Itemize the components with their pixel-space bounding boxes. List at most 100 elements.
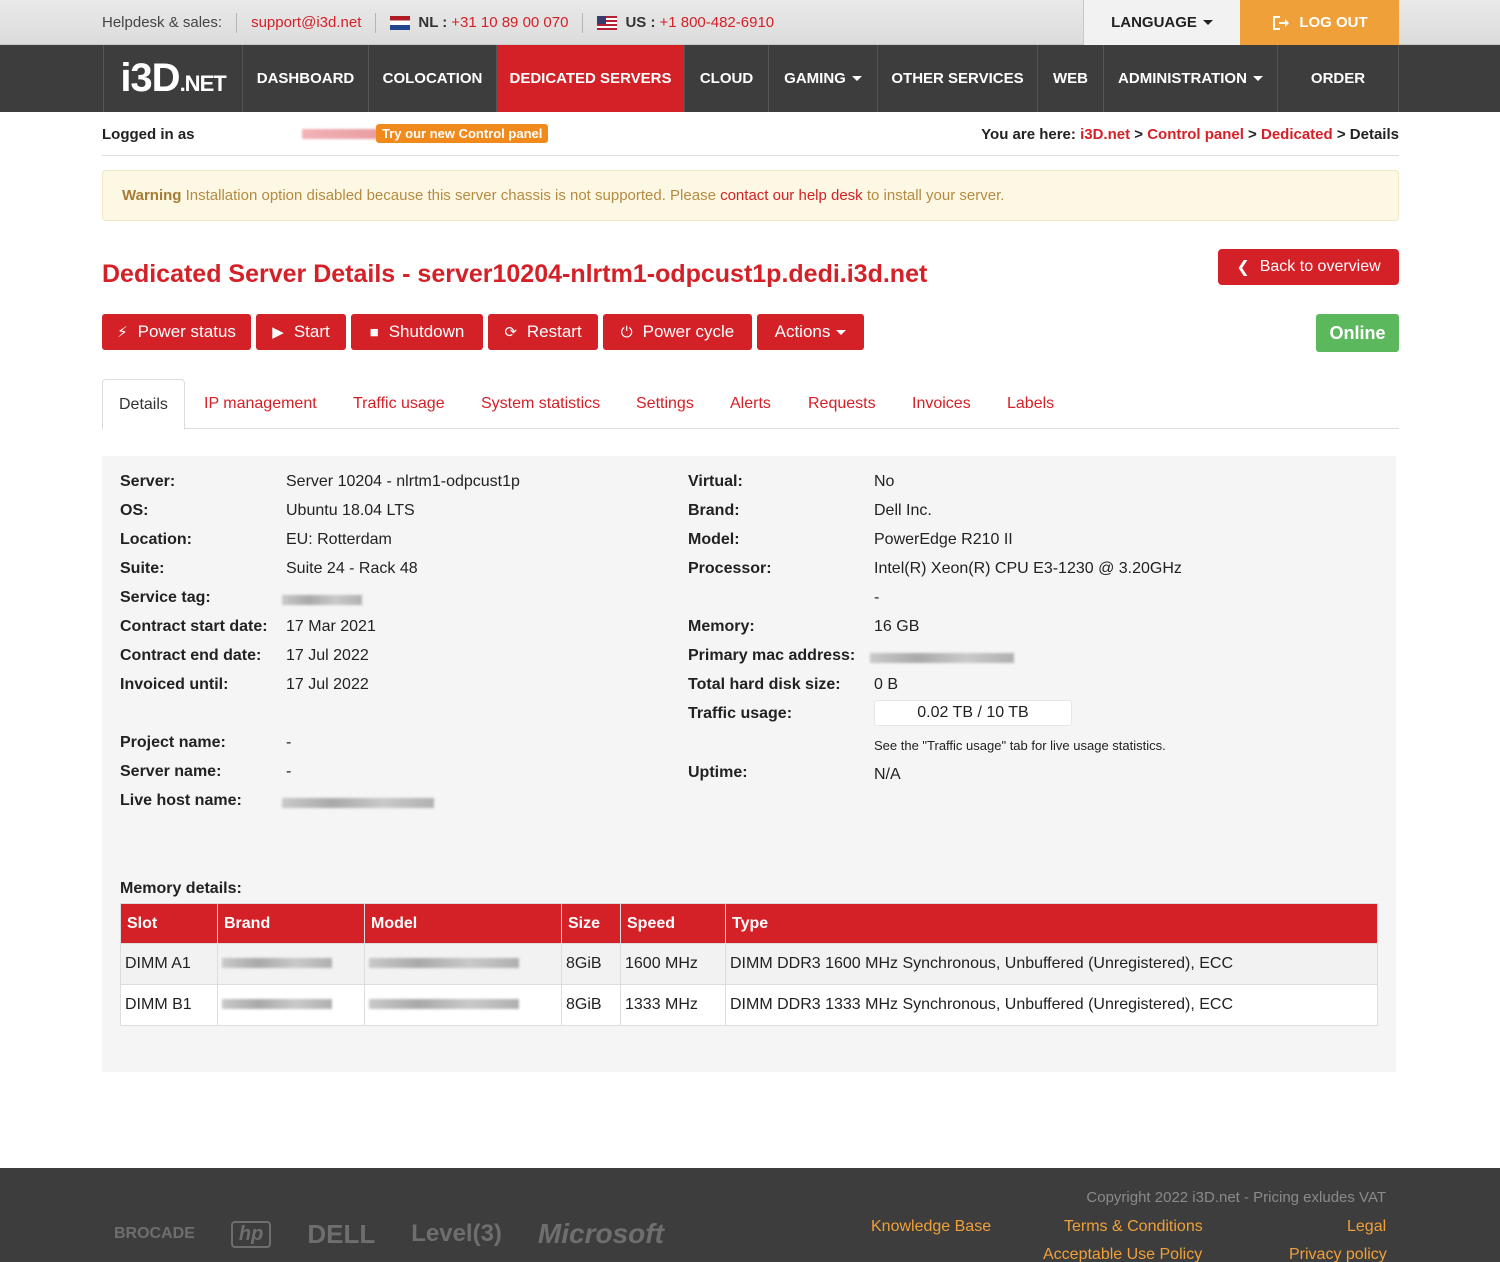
- nav-dashboard[interactable]: DASHBOARD: [243, 45, 369, 112]
- column-header: Slot: [120, 903, 218, 944]
- detail-label: Project name:: [120, 734, 226, 751]
- detail-label: Service tag:: [120, 589, 211, 606]
- footer: BROCADE hp DELL Level(3) Microsoft Copyr…: [0, 1168, 1500, 1262]
- microsoft-logo: Microsoft: [537, 1218, 664, 1249]
- traffic-note: See the "Traffic usage" tab for live usa…: [874, 738, 1166, 753]
- model-cell-redacted: [364, 943, 562, 985]
- sub-header: Logged in as Try our new Control panel Y…: [102, 120, 1399, 156]
- column-header: Type: [725, 903, 1378, 944]
- i3d-logo[interactable]: i3D .NET: [103, 45, 243, 112]
- detail-value: Suite 24 - Rack 48: [286, 560, 418, 577]
- logged-in-label: Logged in as: [102, 126, 195, 143]
- nav-dedicated-servers[interactable]: DEDICATED SERVERS: [497, 45, 685, 112]
- actions-dropdown[interactable]: Actions: [757, 314, 864, 350]
- tab-settings[interactable]: Settings: [636, 379, 694, 429]
- nav-colocation[interactable]: COLOCATION: [369, 45, 497, 112]
- back-to-overview-button[interactable]: ❮ Back to overview: [1218, 249, 1399, 285]
- tab-requests[interactable]: Requests: [808, 379, 876, 429]
- tab-labels[interactable]: Labels: [1007, 379, 1054, 429]
- us-flag-icon: [597, 15, 618, 30]
- tab-ip-management[interactable]: IP management: [204, 379, 317, 429]
- live-host-name-redacted: [282, 795, 434, 813]
- privacy-policy-link[interactable]: Privacy policy: [1289, 1246, 1387, 1262]
- brocade-logo: BROCADE: [114, 1225, 195, 1242]
- support-email-link[interactable]: support@i3d.net: [251, 14, 361, 31]
- help-desk-link[interactable]: contact our help desk: [720, 187, 863, 204]
- caret-down-icon: [836, 329, 847, 335]
- detail-value: 17 Jul 2022: [286, 676, 369, 693]
- nav-web[interactable]: WEB: [1038, 45, 1104, 112]
- traffic-usage-bar: 0.02 TB / 10 TB: [874, 700, 1072, 726]
- breadcrumb: You are here: i3D.net > Control panel > …: [981, 126, 1399, 143]
- level3-logo: Level(3): [411, 1220, 502, 1247]
- partner-logos: BROCADE hp DELL Level(3) Microsoft: [114, 1218, 700, 1250]
- nav-gaming[interactable]: GAMING: [769, 45, 878, 112]
- start-button[interactable]: ▶ Start: [256, 314, 346, 350]
- legal-link[interactable]: Legal: [1347, 1218, 1386, 1236]
- us-phone-link[interactable]: +1 800-482-6910: [659, 14, 774, 31]
- tab-bar: Details IP management Traffic usage Syst…: [102, 379, 1399, 430]
- caret-down-icon: [1202, 20, 1213, 25]
- slot-cell: DIMM A1: [120, 943, 218, 985]
- logo-main: i3D: [120, 56, 180, 100]
- detail-value: 17 Jul 2022: [286, 647, 369, 664]
- stop-icon: ■: [369, 323, 379, 341]
- tab-traffic-usage[interactable]: Traffic usage: [353, 379, 445, 429]
- divider: [375, 12, 377, 33]
- type-cell: DIMM DDR3 1600 MHz Synchronous, Unbuffer…: [725, 943, 1378, 985]
- nav-other-services[interactable]: OTHER SERVICES: [878, 45, 1038, 112]
- slot-cell: DIMM B1: [120, 984, 218, 1026]
- table-row: DIMM B1 8GiB 1333 MHz DIMM DDR3 1333 MHz…: [120, 984, 1378, 1026]
- tab-details[interactable]: Details: [102, 379, 185, 430]
- detail-value: Ubuntu 18.04 LTS: [286, 502, 415, 519]
- nav-label: DEDICATED SERVERS: [509, 70, 672, 87]
- power-icon: ⏻: [620, 323, 633, 341]
- nav-administration[interactable]: ADMINISTRATION: [1104, 45, 1278, 112]
- detail-value: EU: Rotterdam: [286, 531, 392, 548]
- detail-label: Primary mac address:: [688, 647, 856, 664]
- power-cycle-button[interactable]: ⏻ Power cycle: [603, 314, 752, 350]
- tab-system-statistics[interactable]: System statistics: [481, 379, 600, 429]
- refresh-icon: ⟳: [504, 324, 517, 341]
- nav-cloud[interactable]: CLOUD: [685, 45, 769, 112]
- nl-phone-link[interactable]: +31 10 89 00 070: [451, 14, 568, 31]
- warning-text: Installation option disabled because thi…: [185, 187, 716, 204]
- new-control-panel-button[interactable]: Try our new Control panel: [376, 124, 549, 143]
- contact-info: Helpdesk & sales: support@i3d.net NL : +…: [102, 0, 774, 45]
- power-status-button[interactable]: ⚡︎ Power status: [102, 314, 251, 350]
- button-label: Shutdown: [388, 322, 465, 341]
- play-icon: ▶: [272, 324, 284, 341]
- mac-address-redacted: [870, 650, 1014, 668]
- detail-label: Server:: [120, 473, 176, 490]
- terms-link[interactable]: Terms & Conditions: [1064, 1218, 1203, 1236]
- size-cell: 8GiB: [561, 984, 621, 1026]
- knowledge-base-link[interactable]: Knowledge Base: [871, 1218, 991, 1236]
- shutdown-button[interactable]: ■ Shutdown: [351, 314, 483, 350]
- detail-value: N/A: [874, 766, 901, 783]
- detail-value: -: [286, 734, 292, 751]
- nav-order[interactable]: ORDER: [1278, 45, 1399, 112]
- detail-value: 17 Mar 2021: [286, 618, 376, 635]
- detail-label: Brand:: [688, 502, 740, 519]
- tab-alerts[interactable]: Alerts: [730, 379, 771, 429]
- main-nav: i3D .NET DASHBOARD COLOCATION DEDICATED S…: [0, 45, 1500, 112]
- breadcrumb-i3d[interactable]: i3D.net: [1080, 126, 1130, 143]
- breadcrumb-dedicated[interactable]: Dedicated: [1261, 126, 1333, 143]
- acceptable-use-link[interactable]: Acceptable Use Policy: [1043, 1246, 1202, 1262]
- logout-button[interactable]: LOG OUT: [1240, 0, 1399, 45]
- restart-button[interactable]: ⟳ Restart: [488, 314, 598, 350]
- nl-flag-icon: [390, 15, 411, 30]
- language-dropdown[interactable]: LANGUAGE: [1083, 0, 1240, 45]
- column-header: Model: [364, 903, 562, 944]
- detail-label: Server name:: [120, 763, 222, 780]
- warning-alert: Warning Installation option disabled bec…: [102, 170, 1399, 221]
- memory-details-title: Memory details:: [120, 880, 242, 897]
- nav-label: ORDER: [1310, 70, 1366, 87]
- tab-invoices[interactable]: Invoices: [912, 379, 971, 429]
- nav-label: DASHBOARD: [256, 70, 355, 87]
- speed-cell: 1600 MHz: [620, 943, 726, 985]
- memory-table: Slot Brand Model Size Speed Type DIMM A1…: [120, 903, 1378, 1026]
- dell-logo: DELL: [307, 1218, 376, 1249]
- breadcrumb-details: Details: [1349, 126, 1399, 143]
- breadcrumb-control-panel[interactable]: Control panel: [1147, 126, 1244, 143]
